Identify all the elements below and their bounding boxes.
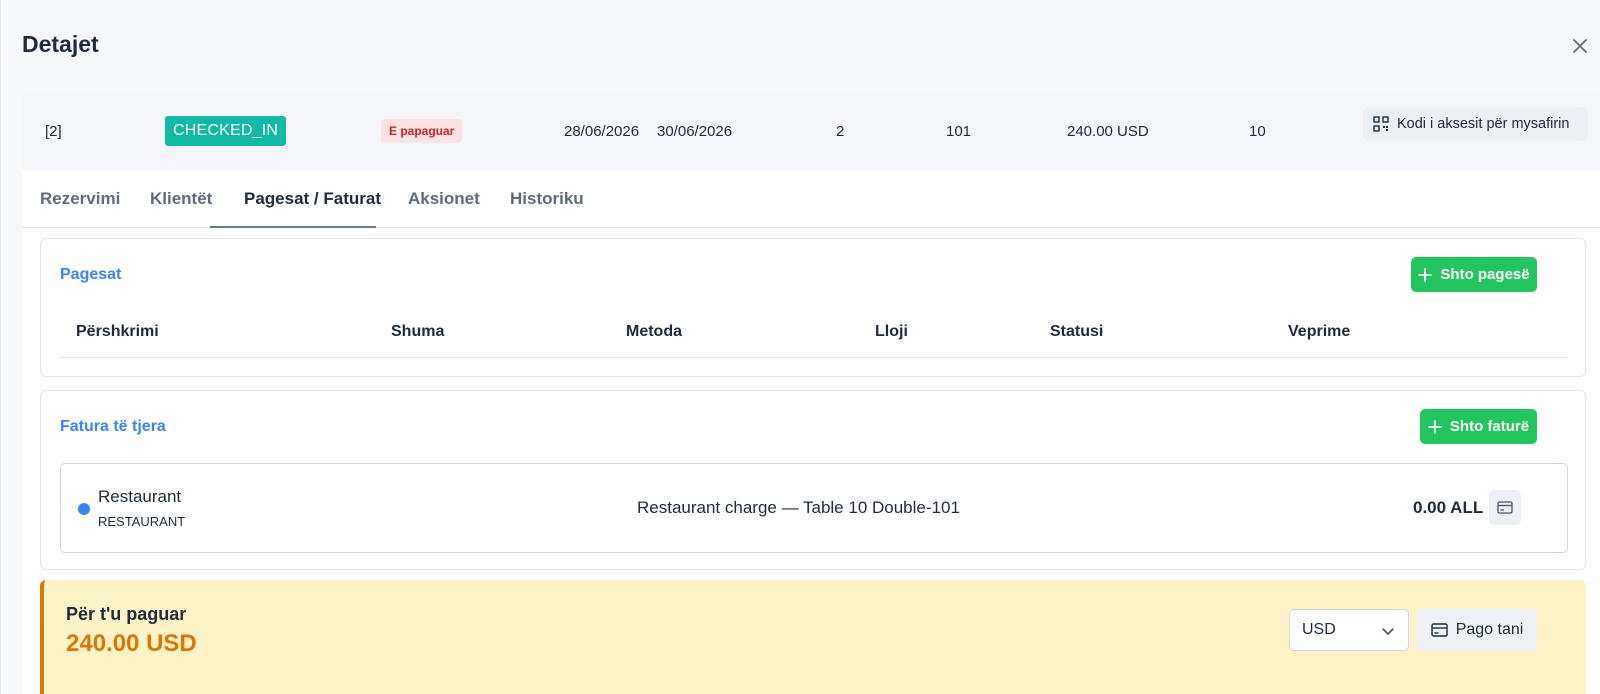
close-button[interactable] (1569, 35, 1591, 57)
add-invoice-label: Shto faturë (1449, 418, 1530, 435)
tab-history[interactable]: Historiku (510, 170, 584, 228)
other-invoices-title: Fatura të tjera (60, 418, 166, 435)
reservation-id: [2] (45, 122, 62, 140)
column-header-type[interactable]: Lloji (875, 323, 908, 341)
payments-title: Pagesat (60, 266, 122, 283)
invoice-list-item[interactable]: Restaurant RESTAURANT Restaurant charge … (60, 463, 1568, 553)
payment-status-badge: E papaguar (381, 92, 463, 170)
column-header-status[interactable]: Statusi (1050, 323, 1103, 341)
modal-header: Detajet (1, 0, 1600, 92)
tab-bar: Rezervimi Klientët Pagesat / Faturat Aks… (22, 170, 1600, 228)
plus-icon (1418, 267, 1433, 282)
column-header-actions[interactable]: Veprime (1288, 323, 1350, 341)
guest-access-code-button[interactable]: Kodi i aksesit për mysafirin (1363, 107, 1588, 141)
modal-title: Detajet (22, 31, 99, 57)
details-modal: Detajet [2] CHECKED_IN E papaguar 28/06/… (0, 0, 1600, 694)
add-invoice-button[interactable]: Shto faturë (1420, 409, 1537, 444)
tab-reservation[interactable]: Rezervimi (40, 170, 120, 228)
nights-count: 10 (1249, 122, 1266, 140)
amount-due-panel: Për t'u paguar 240.00 USD USD Pago tani (40, 580, 1586, 694)
payments-card: Pagesat Shto pagesë Përshkrimi Shuma Met… (40, 238, 1586, 377)
currency-select-value: USD (1302, 621, 1336, 638)
invoice-status-dot (78, 503, 90, 515)
add-payment-label: Shto pagesë (1440, 266, 1530, 283)
add-payment-button[interactable]: Shto pagesë (1411, 257, 1537, 292)
credit-card-icon (1430, 623, 1448, 637)
invoice-description: Restaurant charge — Table 10 (637, 498, 868, 517)
column-header-amount[interactable]: Shuma (391, 323, 444, 341)
room-number: 101 (946, 122, 972, 140)
credit-card-icon (1497, 501, 1513, 514)
other-invoices-card: Fatura të tjera Shto faturë Restaurant R… (40, 390, 1586, 570)
reservation-summary-row[interactable]: [2] CHECKED_IN E papaguar 28/06/2026 30/… (22, 92, 1600, 170)
invoice-name: Restaurant (98, 487, 182, 506)
column-header-method[interactable]: Metoda (626, 323, 682, 341)
close-icon (1573, 39, 1587, 53)
invoice-type: RESTAURANT (98, 514, 186, 529)
qr-code-icon (1373, 116, 1389, 132)
invoice-pay-button[interactable] (1489, 490, 1521, 525)
tab-clients[interactable]: Klientët (150, 170, 212, 228)
amount-due-label: Për t'u paguar (66, 604, 187, 624)
chevron-down-icon (1382, 628, 1394, 635)
guest-count: 2 (836, 122, 845, 140)
check-in-date: 28/06/2026 (564, 122, 640, 140)
tab-actions[interactable]: Aksionet (408, 170, 480, 228)
pay-now-label: Pago tani (1455, 621, 1524, 638)
table-header-divider (60, 357, 1568, 358)
check-out-date: 30/06/2026 (657, 122, 733, 140)
guest-access-code-label: Kodi i aksesit për mysafirin (1397, 116, 1570, 132)
column-header-description[interactable]: Përshkrimi (76, 323, 159, 341)
payment-status-label: E papaguar (381, 119, 463, 143)
tab-content: Pagesat Shto pagesë Përshkrimi Shuma Met… (22, 228, 1600, 694)
invoice-room: Double-101 (872, 498, 960, 517)
tab-payments-invoices[interactable]: Pagesat / Faturat (244, 170, 381, 228)
invoice-amount: 0.00 ALL (1413, 498, 1484, 517)
total-price: 240.00 USD (1067, 122, 1149, 140)
currency-select[interactable]: USD (1289, 609, 1409, 651)
plus-icon (1428, 419, 1442, 434)
status-badge-label: CHECKED_IN (165, 116, 287, 146)
status-badge: CHECKED_IN (165, 92, 287, 170)
amount-due-value: 240.00 USD (66, 630, 197, 657)
pay-now-button[interactable]: Pago tani (1417, 609, 1537, 651)
